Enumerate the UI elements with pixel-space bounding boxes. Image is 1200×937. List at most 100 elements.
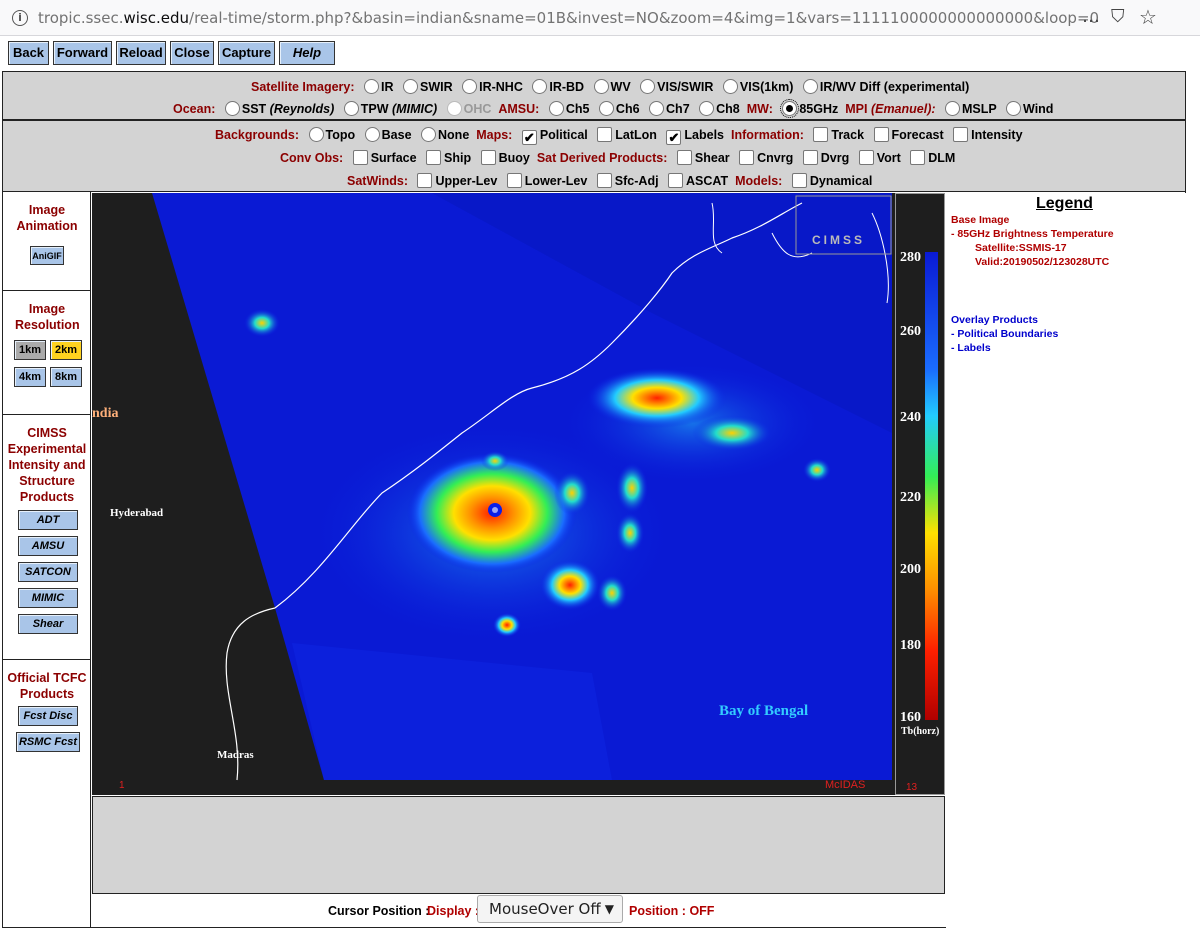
fcst-disc-button[interactable]: Fcst Disc [18,706,78,726]
option-lower-lev: Lower-Lev [524,174,588,188]
browser-url-bar[interactable]: i tropic.ssec.wisc.edu/real-time/storm.p… [0,0,1200,36]
backgrounds-label: Backgrounds: [215,128,300,142]
checkbox-latlon[interactable] [597,127,613,142]
adt-button[interactable]: ADT [18,510,78,530]
res-1km-button[interactable]: 1km [14,340,46,360]
imagery-panel: Satellite Imagery: IR SWIR IR-NHC IR-BD … [2,71,1186,120]
radio-swir[interactable] [402,79,418,94]
rsmc-fcst-button[interactable]: RSMC Fcst [16,732,80,752]
more-actions-icon[interactable]: … [1082,6,1100,27]
radio-mslp[interactable] [945,101,961,116]
cimss-logo-text: CIMSS [812,233,866,247]
legend-base-title: Base Image [951,214,1010,226]
option-ascat: ASCAT [686,174,729,188]
position-value: OFF [689,904,715,918]
shear-button[interactable]: Shear [18,614,78,634]
option-swir: SWIR [419,80,453,94]
conv-obs-row: Conv Obs: Surface Ship Buoy Sat Derived … [280,149,955,167]
cbar-tick-180: 180 [900,638,921,653]
checkbox-dlm[interactable] [910,150,926,165]
radio-ch8[interactable] [699,101,715,116]
backgrounds-row: Backgrounds: Topo Base None Maps: ✔ Polit… [215,126,1023,145]
radio-ir-wv-diff[interactable] [802,79,818,94]
mouseover-select[interactable]: MouseOver Off ▼ [477,895,623,923]
mimic-button[interactable]: MIMIC [18,588,78,608]
url-text[interactable]: tropic.ssec.wisc.edu/real-time/storm.php… [38,9,1099,27]
checkbox-forecast[interactable] [873,127,889,142]
radio-ir-nhc[interactable] [462,79,478,94]
sat-derived-label: Sat Derived Products: [536,151,668,165]
back-button[interactable]: Back [8,41,49,65]
animation-title: Image Animation [16,203,78,233]
res-4km-button[interactable]: 4km [14,367,46,387]
ocean-row: Ocean: SST (Reynolds) TPW (MIMIC) OHC AM… [173,99,1054,118]
cbar-unit: Tb(horz) [901,726,940,737]
capture-button[interactable]: Capture [218,41,275,65]
bookmark-star-icon[interactable]: ☆ [1139,5,1157,29]
radio-ir-bd[interactable] [532,79,548,94]
option-vis-1km: VIS(1km) [739,80,794,94]
checkbox-sfc-adj[interactable] [596,173,612,188]
radio-vis-swir[interactable] [640,79,656,94]
satellite-image[interactable]: ndia Hyderabad Madras Bay of Bengal McID… [92,193,945,795]
checkbox-shear[interactable] [676,150,692,165]
radio-base[interactable] [364,127,380,142]
option-forecast: Forecast [891,128,944,142]
cbar-tick-220: 220 [900,490,921,505]
option-upper-lev: Upper-Lev [435,174,498,188]
checkbox-cnvrg[interactable] [739,150,755,165]
radio-wind[interactable] [1006,101,1021,116]
checkbox-surface[interactable] [352,150,368,165]
option-vis-swir: VIS/SWIR [657,80,714,94]
satcon-button[interactable]: SATCON [18,562,78,582]
checkbox-lower-lev[interactable] [506,173,522,188]
help-button[interactable]: Help [279,41,335,65]
close-button[interactable]: Close [170,41,214,65]
legend-panel: Legend Base Image - 85GHz Brightness Tem… [946,193,1186,928]
option-wind: Wind [1023,102,1054,116]
radio-ohc [446,101,462,116]
radio-none[interactable] [421,127,437,142]
mouseover-select-value: MouseOver Off [489,900,601,918]
radio-ch5[interactable] [548,101,564,116]
reload-button[interactable]: Reload [116,41,166,65]
cbar-tick-200: 200 [900,562,921,577]
radio-wv[interactable] [593,79,609,94]
site-info-icon[interactable]: i [12,10,28,26]
radio-vis-1km[interactable] [722,79,738,94]
checkbox-track[interactable] [813,127,829,142]
radio-topo[interactable] [308,127,324,142]
amsu-button[interactable]: AMSU [18,536,78,556]
checkbox-upper-lev[interactable] [417,173,433,188]
sst-source: (Reynolds) [269,102,335,116]
option-mslp: MSLP [962,102,997,116]
checkbox-political[interactable]: ✔ [521,130,537,145]
models-label: Models: [735,174,783,188]
checkbox-intensity[interactable] [953,127,969,142]
ocean-label: Ocean: [173,102,216,116]
res-2km-button[interactable]: 2km [50,340,82,360]
anigif-button[interactable]: AniGIF [30,246,64,265]
forward-button[interactable]: Forward [53,41,112,65]
satellite-imagery-row: Satellite Imagery: IR SWIR IR-NHC IR-BD … [251,78,969,96]
checkbox-dvrg[interactable] [802,150,818,165]
radio-ch6[interactable] [598,101,614,116]
cbar-tick-280: 280 [900,250,921,265]
resolution-title: Image Resolution [15,302,80,332]
option-sst: SST [241,102,267,116]
radio-ir[interactable] [364,79,379,94]
radio-sst[interactable] [224,101,240,116]
checkbox-dynamical[interactable] [791,173,807,188]
radio-ch7[interactable] [649,101,665,116]
checkbox-vort[interactable] [858,150,874,165]
checkbox-ship[interactable] [426,150,442,165]
legend-valid-time: Valid:20190502/123028UTC [975,256,1110,268]
checkbox-ascat[interactable] [668,173,684,188]
checkbox-buoy[interactable] [480,150,496,165]
checkbox-labels[interactable]: ✔ [666,130,682,145]
radio-tpw[interactable] [343,101,359,116]
res-8km-button[interactable]: 8km [50,367,82,387]
pocket-icon[interactable]: ⛉ [1111,6,1125,27]
radio-85ghz[interactable] [780,99,800,118]
right-scroll-area[interactable] [1186,36,1200,937]
